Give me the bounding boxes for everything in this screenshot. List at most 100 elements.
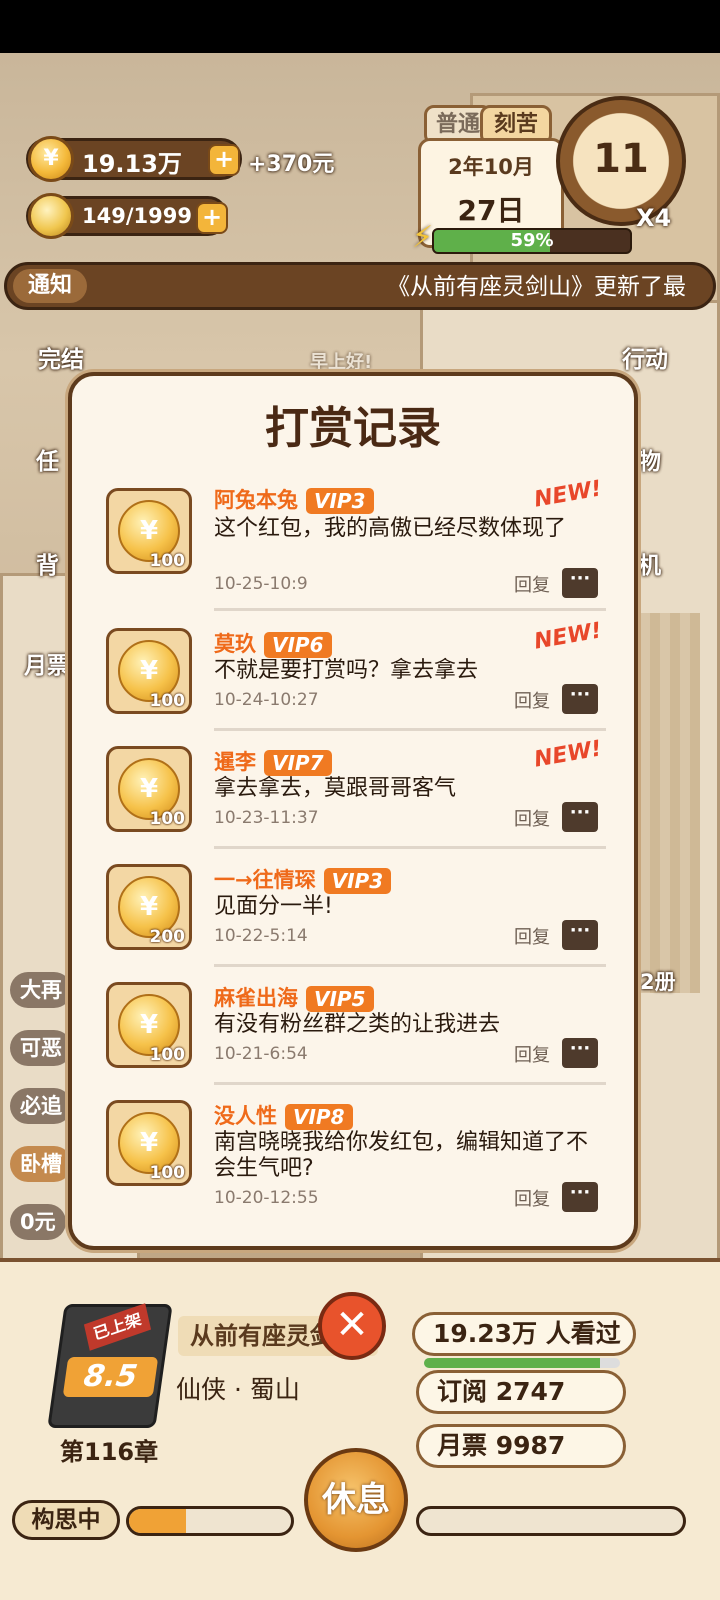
reply-button[interactable]: 回复 ··· xyxy=(498,1182,598,1212)
coin-reward-icon: ¥100 xyxy=(106,746,192,832)
reply-button[interactable]: 回复 ··· xyxy=(498,568,598,598)
reward-amount: 100 xyxy=(149,691,186,711)
vip-badge: VIP3 xyxy=(323,868,392,894)
side-shop-label[interactable]: 物 xyxy=(638,442,661,476)
add-ideas-button[interactable]: + xyxy=(196,202,228,234)
list-item: ¥100 阿兔本兔 VIP3 NEW! 这个红包，我的高傲已经尽数体现了 10-2… xyxy=(102,476,612,611)
dialog-title: 打赏记录 xyxy=(265,403,441,454)
reply-button[interactable]: 回复 ··· xyxy=(498,1038,598,1068)
coin-bonus: +370元 xyxy=(248,152,335,177)
comment-chip: 卧槽 xyxy=(10,1146,72,1182)
book-genre: 仙侠 · 蜀山 xyxy=(176,1375,300,1404)
chat-bubble-icon: ··· xyxy=(562,802,598,832)
status-bar xyxy=(0,0,720,53)
vip-badge: VIP3 xyxy=(306,488,374,514)
side-volumes-label: 2册 xyxy=(640,970,676,994)
chat-bubble-icon: ··· xyxy=(562,1038,598,1068)
monthly-votes-stat: 月票 9987 xyxy=(416,1424,626,1468)
coin-reward-icon: ¥100 xyxy=(106,982,192,1068)
tip-message: 不就是要打赏吗？拿去拿去 xyxy=(214,658,479,683)
chat-bubble-icon: ··· xyxy=(562,568,598,598)
coin-reward-icon: ¥200 xyxy=(106,864,192,950)
idea-status-label: 构思中 xyxy=(12,1500,120,1540)
vip-badge: VIP8 xyxy=(285,1104,353,1130)
side-monthly-label[interactable]: 月票 xyxy=(24,646,70,680)
comment-chip: 可恶 xyxy=(10,1030,72,1066)
reply-button[interactable]: 回复 ··· xyxy=(498,684,598,714)
tip-time: 10-25-10:9 xyxy=(214,574,308,594)
writing-progress xyxy=(416,1506,686,1536)
views-progress-fill xyxy=(424,1358,601,1368)
new-badge: NEW! xyxy=(532,736,604,773)
reward-amount: 100 xyxy=(149,1163,186,1183)
rest-button[interactable]: 休息 xyxy=(304,1448,408,1552)
vip-badge: VIP5 xyxy=(306,986,374,1012)
close-button[interactable]: ✕ xyxy=(318,1292,386,1360)
reward-amount: 200 xyxy=(149,927,186,947)
divider xyxy=(214,846,606,849)
coins-value: 19.13万 xyxy=(82,150,182,178)
coin-reward-icon: ¥100 xyxy=(106,1100,192,1186)
list-item: ¥100 没人性 VIP8 南宫晓晓我给你发红包，编辑知道了不会生气吧? 10-2… xyxy=(102,1100,612,1224)
tipper-name: 莫玖 VIP6 xyxy=(214,628,332,658)
tip-message: 这个红包，我的高傲已经尽数体现了 xyxy=(214,516,567,541)
comment-chip: 必追 xyxy=(10,1088,72,1124)
clock-hour: 11 xyxy=(593,136,649,182)
tip-time: 10-23-11:37 xyxy=(214,808,319,828)
ideas-value: 149/1999 xyxy=(82,204,192,228)
side-finished-label[interactable]: 完结 xyxy=(38,340,84,374)
list-item: ¥100 莫玖 VIP6 NEW! 不就是要打赏吗？拿去拿去 10-24-10:2… xyxy=(102,618,612,731)
tip-records-dialog: 打赏记录 ¥100 阿兔本兔 VIP3 NEW! 这个红包，我的高傲已经尽数体现了… xyxy=(68,372,638,1250)
side-bag-label[interactable]: 背 xyxy=(36,546,59,580)
tip-time: 10-22-5:14 xyxy=(214,926,308,946)
reward-amount: 100 xyxy=(149,551,186,571)
notice-label: 通知 xyxy=(13,269,87,303)
divider xyxy=(214,728,606,731)
notice-bar[interactable]: 通知 《从前有座灵剑山》更新了最 xyxy=(4,262,716,310)
tipper-name: 没人性 VIP8 xyxy=(214,1100,353,1130)
energy-bar: 59% xyxy=(432,228,632,254)
coin-reward-icon: ¥100 xyxy=(106,628,192,714)
chapter-label: 第116章 xyxy=(60,1438,159,1466)
side-phone-label[interactable]: 机 xyxy=(638,546,661,580)
chat-bubble-icon: ··· xyxy=(562,920,598,950)
reply-button[interactable]: 回复 ··· xyxy=(498,920,598,950)
tip-time: 10-20-12:55 xyxy=(214,1188,319,1208)
energy-percent: 59% xyxy=(510,230,554,251)
tip-time: 10-21-6:54 xyxy=(214,1044,308,1064)
tip-message: 拿去拿去，莫跟哥哥客气 xyxy=(214,776,457,801)
add-coins-button[interactable]: + xyxy=(208,144,240,176)
divider xyxy=(214,1082,606,1085)
greeting-text: 早上好! xyxy=(310,352,373,373)
reward-amount: 100 xyxy=(149,809,186,829)
views-progress xyxy=(424,1358,620,1368)
speed-multiplier[interactable]: X4 xyxy=(636,204,671,232)
vip-badge: VIP6 xyxy=(264,632,332,658)
list-item: ¥100 暹李 VIP7 NEW! 拿去拿去，莫跟哥哥客气 10-23-11:37… xyxy=(102,736,612,849)
side-action-label[interactable]: 行动 xyxy=(622,340,668,374)
coin-reward-icon: ¥100 xyxy=(106,488,192,574)
list-item: ¥100 麻雀出海 VIP5 有没有粉丝群之类的让我进去 10-21-6:54 回… xyxy=(102,982,612,1085)
comment-chip: 大再 xyxy=(10,972,72,1008)
divider xyxy=(214,964,606,967)
new-badge: NEW! xyxy=(532,476,604,513)
coin-icon: ¥ xyxy=(28,136,74,182)
chat-bubble-icon: ··· xyxy=(562,1182,598,1212)
idea-progress xyxy=(126,1506,294,1536)
divider xyxy=(214,608,606,611)
tip-message: 南宫晓晓我给你发红包，编辑知道了不会生气吧? xyxy=(214,1130,589,1181)
calendar-month: 2年10月 xyxy=(448,155,534,179)
views-stat: 19.23万 人看过 xyxy=(412,1312,636,1356)
reply-button[interactable]: 回复 ··· xyxy=(498,802,598,832)
tipper-name: 阿兔本兔 VIP3 xyxy=(214,484,374,514)
tipper-name: 麻雀出海 VIP5 xyxy=(214,982,374,1012)
idea-progress-fill xyxy=(129,1509,186,1533)
side-task-label[interactable]: 任 xyxy=(36,442,59,476)
bulb-icon xyxy=(28,193,74,239)
lightning-icon: ⚡ xyxy=(412,220,434,255)
subscriptions-stat: 订阅 2747 xyxy=(416,1370,626,1414)
book-info-panel: 已上架 8.5 第116章 从前有座灵剑山 仙侠 · 蜀山 ✕ 19.23万 人… xyxy=(0,1258,720,1600)
notice-text: 《从前有座灵剑山》更新了最 xyxy=(387,274,686,300)
reward-amount: 100 xyxy=(149,1045,186,1065)
tipper-name: 暹李 VIP7 xyxy=(214,746,332,776)
